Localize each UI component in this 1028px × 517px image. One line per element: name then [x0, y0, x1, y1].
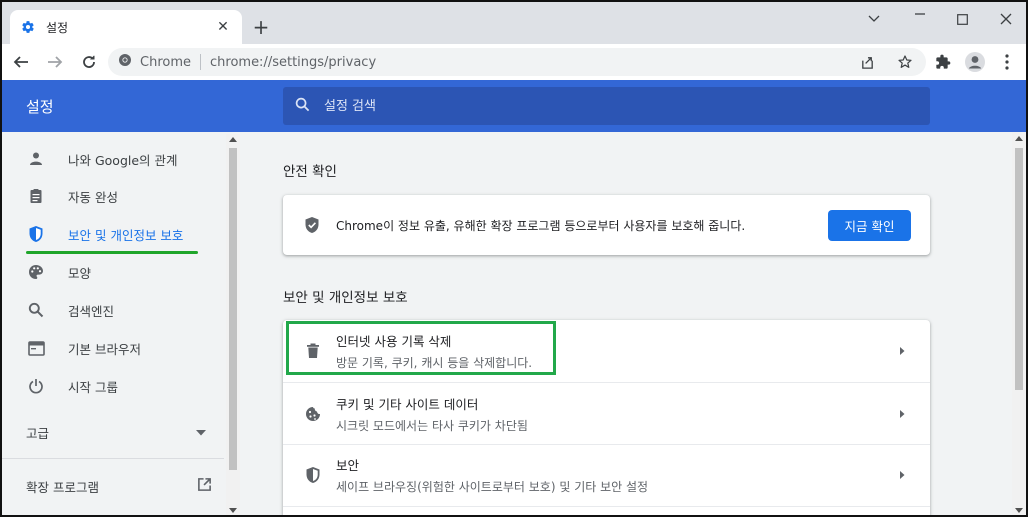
main-scrollbar[interactable] — [1012, 132, 1026, 515]
safety-check-card: Chrome이 정보 유출, 유해한 확장 프로그램 등으로부터 사용자를 보호… — [283, 195, 930, 255]
sidebar-scroll-thumb[interactable] — [229, 148, 237, 470]
scroll-down-icon — [1015, 508, 1023, 513]
url-text[interactable]: chrome://settings/privacy — [210, 55, 376, 70]
row-title: 보안 — [336, 458, 360, 473]
safety-check-title: 안전 확인 — [283, 164, 337, 180]
highlight-box — [286, 321, 556, 375]
cookie-icon — [303, 406, 323, 422]
scroll-up-icon — [229, 137, 237, 142]
sidebar-item-you-and-google[interactable]: 나와 Google의 관계 — [2, 141, 224, 177]
advanced-label: 고급 — [26, 425, 50, 441]
sidebar-item-on-startup[interactable]: 시작 그룹 — [2, 368, 224, 404]
forward-button[interactable] — [40, 47, 70, 77]
scroll-up-icon — [1015, 136, 1023, 141]
menu-kebab-icon[interactable] — [994, 47, 1020, 77]
sidebar-item-label: 모양 — [68, 265, 92, 281]
shield-check-icon — [303, 216, 321, 234]
main-content: 안전 확인 Chrome이 정보 유출, 유해한 확장 프로그램 등으로부터 사… — [242, 132, 1012, 515]
browser-window: 설정 ✕ + Chrome chrome://settings/privacy … — [0, 0, 1028, 517]
sidebar-item-privacy[interactable]: 보안 및 개인정보 보호 — [2, 216, 224, 252]
open-in-new-icon — [197, 477, 212, 496]
extensions-label: 확장 프로그램 — [26, 479, 99, 495]
arrow-right-icon — [900, 410, 905, 418]
sidebar-item-search-engine[interactable]: 검색엔진 — [2, 292, 224, 328]
browser-icon — [26, 338, 46, 358]
search-icon — [295, 97, 310, 116]
tab-settings[interactable]: 설정 ✕ — [10, 10, 242, 44]
row-divider — [283, 506, 930, 507]
main-scroll-thumb[interactable] — [1015, 148, 1023, 390]
back-button[interactable] — [6, 47, 36, 77]
maximize-button[interactable] — [942, 8, 982, 30]
chrome-icon — [118, 53, 132, 71]
search-input[interactable] — [324, 98, 884, 114]
sidebar-item-autofill[interactable]: 자동 완성 — [2, 178, 224, 214]
power-icon — [26, 376, 46, 396]
sidebar-item-appearance[interactable]: 모양 — [2, 254, 224, 290]
row-security[interactable]: 보안 세이프 브라우징(위험한 사이트로부터 보호) 및 기타 보안 설정 — [283, 444, 930, 506]
sidebar-item-label: 보안 및 개인정보 보호 — [68, 227, 184, 243]
search-icon — [26, 300, 46, 320]
row-subtitle: 시크릿 모드에서는 타사 쿠키가 차단됨 — [336, 419, 528, 433]
scroll-down-icon — [229, 508, 237, 513]
shield-icon — [26, 224, 46, 244]
sidebar-item-label: 검색엔진 — [68, 303, 115, 319]
sidebar-item-label: 자동 완성 — [68, 189, 118, 205]
page-title: 설정 — [26, 98, 54, 116]
palette-icon — [26, 262, 46, 282]
arrow-right-icon — [900, 471, 905, 479]
arrow-right-icon — [900, 347, 905, 355]
tab-title: 설정 — [46, 20, 69, 35]
gear-icon — [20, 19, 36, 35]
sidebar-item-label: 기본 브라우저 — [68, 341, 141, 357]
extensions-puzzle-icon[interactable] — [930, 47, 956, 77]
row-title: 쿠키 및 기타 사이트 데이터 — [336, 397, 479, 412]
settings-search[interactable] — [283, 87, 930, 125]
window-close-button[interactable] — [986, 8, 1026, 30]
address-separator — [200, 54, 201, 70]
check-now-button[interactable]: 지금 확인 — [828, 210, 911, 241]
row-subtitle: 세이프 브라우징(위험한 사이트로부터 보호) 및 기타 보안 설정 — [336, 480, 649, 494]
sidebar-item-default-browser[interactable]: 기본 브라우저 — [2, 330, 224, 366]
share-icon[interactable] — [854, 52, 880, 72]
row-cookies[interactable]: 쿠키 및 기타 사이트 데이터 시크릿 모드에서는 타사 쿠키가 차단됨 — [283, 383, 930, 445]
sidebar-divider — [2, 458, 224, 459]
sidebar-item-extensions[interactable]: 확장 프로그램 — [26, 476, 212, 496]
tab-close-icon[interactable]: ✕ — [214, 18, 232, 36]
sidebar-item-label: 시작 그룹 — [68, 379, 118, 395]
clipboard-icon — [26, 186, 46, 206]
sidebar-item-label: 나와 Google의 관계 — [68, 152, 178, 168]
browser-toolbar: Chrome chrome://settings/privacy — [2, 44, 1026, 80]
restore-button[interactable] — [900, 8, 940, 30]
tab-strip: 설정 ✕ + — [2, 2, 1026, 44]
new-tab-button[interactable]: + — [250, 15, 272, 39]
minimize-button[interactable] — [854, 8, 894, 30]
profile-avatar[interactable] — [962, 47, 988, 77]
caret-down-icon — [196, 425, 206, 440]
site-label: Chrome — [140, 54, 191, 70]
shield-icon — [303, 466, 323, 484]
safety-check-text: Chrome이 정보 유출, 유해한 확장 프로그램 등으로부터 사용자를 보호… — [336, 218, 746, 233]
person-icon — [26, 149, 46, 169]
reload-button[interactable] — [74, 47, 104, 77]
settings-header: 설정 — [2, 80, 1026, 132]
address-bar[interactable]: Chrome chrome://settings/privacy — [108, 48, 926, 76]
bookmark-star-icon[interactable] — [892, 52, 918, 72]
sidebar-scrollbar[interactable] — [226, 134, 240, 515]
sidebar: 나와 Google의 관계 자동 완성 보안 및 개인정보 보호 모양 검색엔진… — [2, 132, 224, 515]
advanced-toggle[interactable]: 고급 — [26, 422, 206, 442]
privacy-section-title: 보안 및 개인정보 보호 — [283, 290, 408, 306]
